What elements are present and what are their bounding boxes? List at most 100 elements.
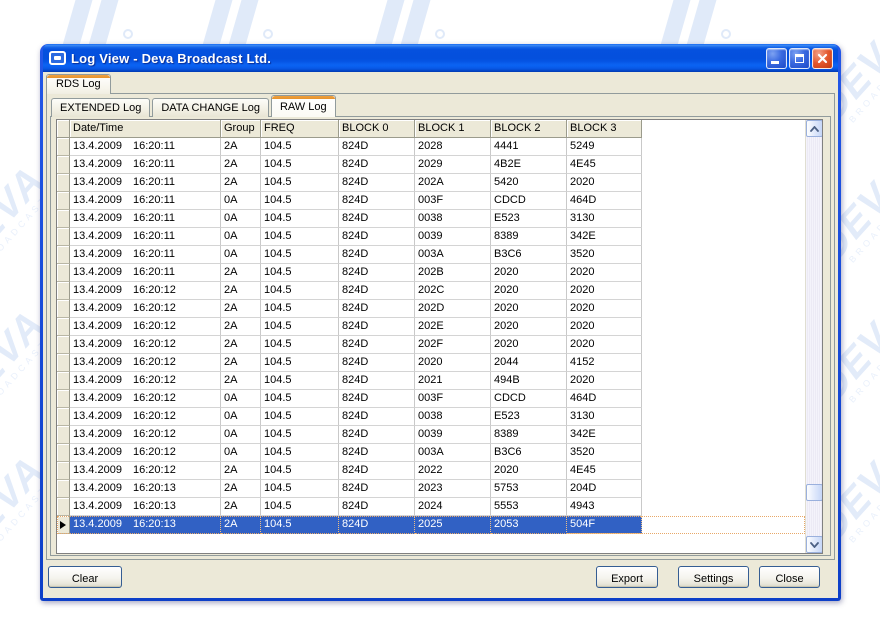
cell-block2[interactable]: 2020	[491, 282, 567, 300]
cell-block3[interactable]: 4E45	[567, 156, 642, 174]
table-row[interactable]: 13.4.200916:20:110A104.5824D003AB3C63520	[57, 246, 805, 264]
cell-datetime[interactable]: 13.4.200916:20:13	[70, 498, 221, 516]
cell-group[interactable]: 2A	[221, 498, 261, 516]
cell-block0[interactable]: 824D	[339, 300, 415, 318]
cell-datetime[interactable]: 13.4.200916:20:12	[70, 300, 221, 318]
cell-block2[interactable]: CDCD	[491, 192, 567, 210]
cell-group[interactable]: 2A	[221, 174, 261, 192]
cell-block1[interactable]: 2020	[415, 354, 491, 372]
cell-group[interactable]: 0A	[221, 444, 261, 462]
cell-block1[interactable]: 003A	[415, 246, 491, 264]
cell-block3[interactable]: 3130	[567, 408, 642, 426]
settings-button[interactable]: Settings	[678, 566, 749, 588]
cell-block0[interactable]: 824D	[339, 516, 415, 534]
scroll-down-button[interactable]	[806, 536, 823, 553]
cell-block3[interactable]: 204D	[567, 480, 642, 498]
cell-datetime[interactable]: 13.4.200916:20:11	[70, 228, 221, 246]
table-row[interactable]: 13.4.200916:20:112A104.5824D20294B2E4E45	[57, 156, 805, 174]
cell-freq[interactable]: 104.5	[261, 246, 339, 264]
minimize-button[interactable]	[766, 48, 787, 69]
vertical-scrollbar[interactable]	[805, 120, 822, 553]
table-row[interactable]: 13.4.200916:20:110A104.5824D0038E5233130	[57, 210, 805, 228]
tab-raw-log[interactable]: RAW Log	[271, 95, 336, 117]
tab-data-change-log[interactable]: DATA CHANGE Log	[152, 98, 269, 117]
cell-block3[interactable]: 2020	[567, 300, 642, 318]
cell-block2[interactable]: 5753	[491, 480, 567, 498]
cell-datetime[interactable]: 13.4.200916:20:12	[70, 462, 221, 480]
cell-block2[interactable]: 2020	[491, 318, 567, 336]
cell-block2[interactable]: E523	[491, 210, 567, 228]
cell-block3[interactable]: 342E	[567, 228, 642, 246]
cell-block1[interactable]: 2022	[415, 462, 491, 480]
scroll-up-button[interactable]	[806, 120, 823, 137]
cell-freq[interactable]: 104.5	[261, 138, 339, 156]
cell-block3[interactable]: 504F	[567, 516, 642, 534]
cell-block3[interactable]: 4943	[567, 498, 642, 516]
cell-group[interactable]: 0A	[221, 390, 261, 408]
cell-block0[interactable]: 824D	[339, 354, 415, 372]
cell-group[interactable]: 2A	[221, 300, 261, 318]
close-dialog-button[interactable]: Close	[759, 566, 820, 588]
cell-group[interactable]: 2A	[221, 480, 261, 498]
cell-freq[interactable]: 104.5	[261, 210, 339, 228]
table-row[interactable]: 13.4.200916:20:122A104.5824D202F20202020	[57, 336, 805, 354]
cell-group[interactable]: 0A	[221, 192, 261, 210]
cell-block2[interactable]: 2053	[491, 516, 567, 534]
table-row[interactable]: 13.4.200916:20:120A104.5824D00398389342E	[57, 426, 805, 444]
cell-block2[interactable]: E523	[491, 408, 567, 426]
cell-block1[interactable]: 0039	[415, 426, 491, 444]
cell-block0[interactable]: 824D	[339, 408, 415, 426]
cell-block3[interactable]: 2020	[567, 282, 642, 300]
cell-datetime[interactable]: 13.4.200916:20:11	[70, 210, 221, 228]
column-header[interactable]: BLOCK 2	[491, 120, 567, 138]
table-row[interactable]: 13.4.200916:20:122A104.5824D202220204E45	[57, 462, 805, 480]
cell-datetime[interactable]: 13.4.200916:20:12	[70, 354, 221, 372]
close-button[interactable]	[812, 48, 833, 69]
cell-block0[interactable]: 824D	[339, 174, 415, 192]
cell-block1[interactable]: 202E	[415, 318, 491, 336]
cell-block3[interactable]: 342E	[567, 426, 642, 444]
table-row[interactable]: 13.4.200916:20:120A104.5824D0038E5233130	[57, 408, 805, 426]
table-row[interactable]: 13.4.200916:20:112A104.5824D202844415249	[57, 138, 805, 156]
cell-block2[interactable]: 2044	[491, 354, 567, 372]
cell-freq[interactable]: 104.5	[261, 444, 339, 462]
cell-group[interactable]: 0A	[221, 210, 261, 228]
cell-block3[interactable]: 2020	[567, 336, 642, 354]
table-row[interactable]: 13.4.200916:20:120A104.5824D003AB3C63520	[57, 444, 805, 462]
cell-block2[interactable]: 494B	[491, 372, 567, 390]
cell-freq[interactable]: 104.5	[261, 516, 339, 534]
cell-group[interactable]: 2A	[221, 336, 261, 354]
cell-block3[interactable]: 5249	[567, 138, 642, 156]
cell-group[interactable]: 2A	[221, 156, 261, 174]
cell-block1[interactable]: 202C	[415, 282, 491, 300]
cell-block1[interactable]: 2021	[415, 372, 491, 390]
tab-extended-log[interactable]: EXTENDED Log	[51, 98, 150, 117]
cell-block3[interactable]: 2020	[567, 264, 642, 282]
table-row[interactable]: 13.4.200916:20:112A104.5824D202A54202020	[57, 174, 805, 192]
tab-rds-log[interactable]: RDS Log	[46, 74, 111, 94]
table-row[interactable]: 13.4.200916:20:122A104.5824D202D20202020	[57, 300, 805, 318]
cell-group[interactable]: 2A	[221, 264, 261, 282]
cell-block1[interactable]: 003A	[415, 444, 491, 462]
cell-block3[interactable]: 4E45	[567, 462, 642, 480]
cell-block1[interactable]: 2029	[415, 156, 491, 174]
scrollbar-thumb[interactable]	[806, 484, 823, 501]
cell-freq[interactable]: 104.5	[261, 372, 339, 390]
cell-block1[interactable]: 202F	[415, 336, 491, 354]
cell-datetime[interactable]: 13.4.200916:20:13	[70, 516, 221, 534]
cell-datetime[interactable]: 13.4.200916:20:12	[70, 336, 221, 354]
cell-datetime[interactable]: 13.4.200916:20:12	[70, 444, 221, 462]
title-bar[interactable]: Log View - Deva Broadcast Ltd.	[43, 44, 838, 72]
cell-block1[interactable]: 2025	[415, 516, 491, 534]
table-row[interactable]: 13.4.200916:20:120A104.5824D003FCDCD464D	[57, 390, 805, 408]
cell-block0[interactable]: 824D	[339, 228, 415, 246]
table-row[interactable]: 13.4.200916:20:110A104.5824D00398389342E	[57, 228, 805, 246]
cell-datetime[interactable]: 13.4.200916:20:11	[70, 156, 221, 174]
cell-block3[interactable]: 3130	[567, 210, 642, 228]
cell-group[interactable]: 2A	[221, 318, 261, 336]
cell-group[interactable]: 2A	[221, 516, 261, 534]
cell-freq[interactable]: 104.5	[261, 462, 339, 480]
cell-freq[interactable]: 104.5	[261, 264, 339, 282]
cell-freq[interactable]: 104.5	[261, 156, 339, 174]
cell-block1[interactable]: 003F	[415, 390, 491, 408]
